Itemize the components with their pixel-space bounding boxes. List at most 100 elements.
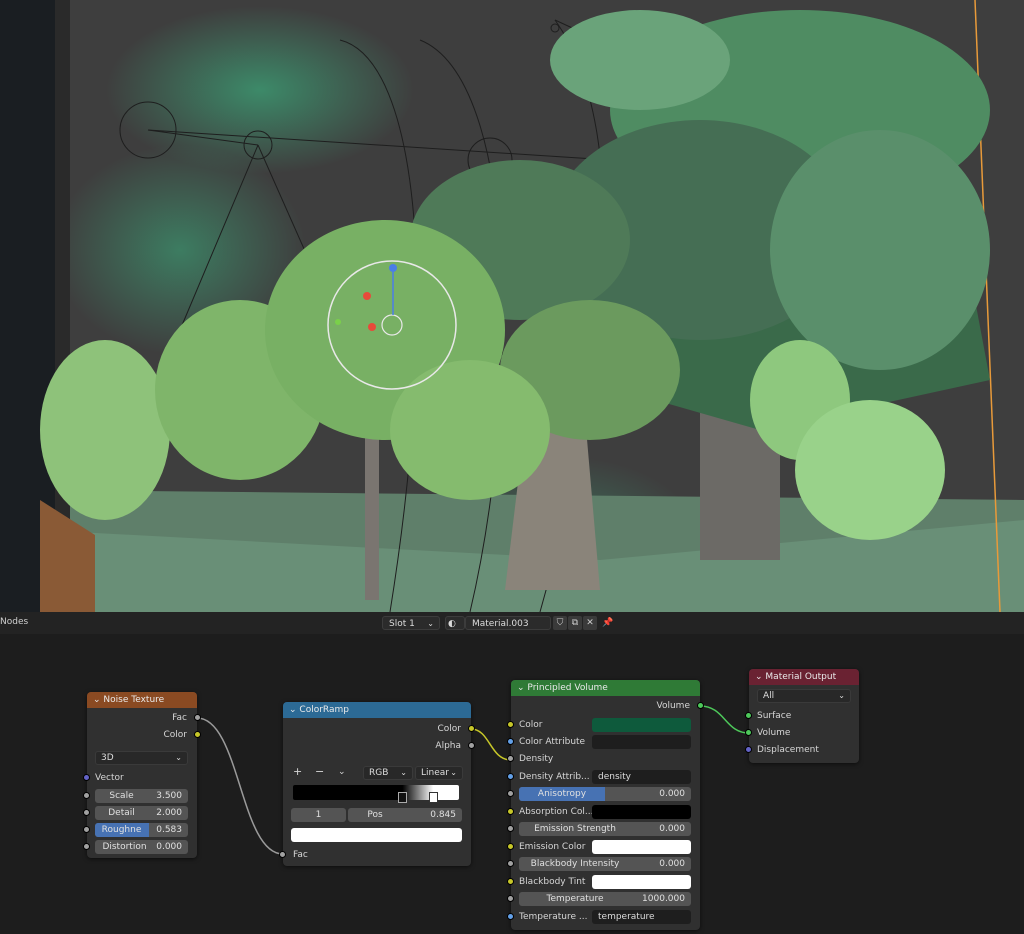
node-title: Noise Texture [103,695,165,705]
socket-detail-in[interactable] [83,809,90,816]
socket-color-attribute-in[interactable] [507,738,514,745]
socket-scale-in[interactable] [83,792,90,799]
distortion-field[interactable]: Distortion 0.000 [95,840,188,854]
shader-node-editor[interactable]: Nodes Slot 1 ⌄ ◐ Material.003 ⛉ ⧉ ✕ 📌 ⌄ … [0,612,1024,934]
interpolation-dropdown[interactable]: Linear ⌄ [415,766,463,780]
socket-distortion-in[interactable] [83,843,90,850]
color-attribute-field[interactable] [592,735,691,749]
link-fac-to-fac [196,717,284,855]
noise-texture-node[interactable]: ⌄ Noise Texture Fac Color 3D ⌄ Vector Sc… [83,692,201,858]
field-label: Anisotropy [537,789,587,799]
add-stop-button[interactable]: + [293,764,302,780]
field-label: Roughne [101,825,142,835]
socket-emission-color-in[interactable] [507,843,514,850]
socket-emission-strength-in[interactable] [507,825,514,832]
blackbody-tint-swatch[interactable] [592,875,691,889]
socket-anisotropy-in[interactable] [507,790,514,797]
field-value: 0.000 [659,859,685,869]
node-title: Material Output [765,672,837,682]
input-emission-color: Emission Color [519,842,586,852]
remove-stop-button[interactable]: − [315,764,324,780]
temperature-attribute-field[interactable]: temperature [592,910,691,924]
socket-fac-in[interactable] [279,851,286,858]
viewport-scene [0,0,1024,612]
material-output-node[interactable]: ⌄ Material Output All ⌄ Surface Volume D… [745,669,859,763]
emission-color-swatch[interactable] [592,840,691,854]
socket-alpha-out[interactable] [468,742,475,749]
socket-blackbody-tint-in[interactable] [507,878,514,885]
input-volume: Volume [757,728,791,738]
field-value: 0.845 [430,810,456,820]
input-density-attribute: Density Attrib... [519,772,590,782]
socket-color-out[interactable] [468,725,475,732]
temperature-field[interactable]: Temperature 1000.000 [519,892,691,906]
field-label: Temperature [546,894,604,904]
field-label: Scale [109,791,134,801]
emission-strength-field[interactable]: Emission Strength 0.000 [519,822,691,836]
socket-surface-in[interactable] [745,712,752,719]
socket-temperature-in[interactable] [507,895,514,902]
stop-index-field[interactable]: 1 [291,808,346,822]
input-color: Color [519,720,543,730]
socket-displacement-in[interactable] [745,746,752,753]
anisotropy-field[interactable]: Anisotropy 0.000 [519,787,691,801]
field-value: 0.583 [156,825,182,835]
color-mode-dropdown[interactable]: RGB ⌄ [363,766,413,780]
socket-color-out[interactable] [194,731,201,738]
input-vector: Vector [95,773,124,783]
chevron-down-icon: ⌄ [400,768,407,777]
roughness-field[interactable]: Roughne 0.583 [95,823,188,837]
field-label: Detail [108,808,135,818]
node-header[interactable]: ⌄ Material Output [749,669,859,685]
field-label: Distortion [102,842,147,852]
output-volume: Volume [656,701,690,711]
socket-density-in[interactable] [507,755,514,762]
socket-volume-out[interactable] [697,702,704,709]
socket-fac-out[interactable] [194,714,201,721]
field-value: 1000.000 [642,894,685,904]
socket-color-in[interactable] [507,721,514,728]
node-title: ColorRamp [299,705,349,715]
socket-blackbody-intensity-in[interactable] [507,860,514,867]
interpolation-value: Linear [421,768,449,778]
socket-roughness-in[interactable] [83,826,90,833]
socket-density-attribute-in[interactable] [507,773,514,780]
input-surface: Surface [757,711,792,721]
node-header[interactable]: ⌄ Noise Texture [87,692,197,708]
ramp-stop-white[interactable] [429,792,438,803]
principled-volume-node[interactable]: ⌄ Principled Volume Volume Color Color A… [507,680,704,930]
volume-color-swatch[interactable] [592,718,691,732]
socket-vector-in[interactable] [83,774,90,781]
scale-field[interactable]: Scale 3.500 [95,789,188,803]
stop-color-swatch[interactable] [291,828,462,842]
input-density: Density [519,754,554,764]
3d-viewport[interactable] [0,0,1024,612]
colorramp-node[interactable]: ⌄ ColorRamp Color Alpha + − ⌄ RGB ⌄ Line… [279,702,475,866]
dimension-dropdown[interactable]: 3D ⌄ [95,751,188,765]
chevron-down-icon: ⌄ [755,672,763,682]
field-value: 3.500 [156,791,182,801]
node-header[interactable]: ⌄ ColorRamp [283,702,471,718]
output-color: Color [163,730,188,740]
density-attribute-field[interactable]: density [592,770,691,784]
socket-absorption-in[interactable] [507,808,514,815]
dimension-value: 3D [101,753,114,763]
node-header[interactable]: ⌄ Principled Volume [511,680,700,696]
field-value: 0.000 [659,824,685,834]
field-label: Pos [367,810,383,820]
ramp-stop-black[interactable] [398,792,407,803]
stop-position-field[interactable]: Pos 0.845 [348,808,462,822]
detail-field[interactable]: Detail 2.000 [95,806,188,820]
absorption-color-swatch[interactable] [592,805,691,819]
socket-temperature-attribute-in[interactable] [507,913,514,920]
field-value: 1 [315,810,322,820]
socket-volume-in[interactable] [745,729,752,736]
render-target-dropdown[interactable]: All ⌄ [757,689,851,703]
field-value: 0.000 [156,842,182,852]
input-displacement: Displacement [757,745,819,755]
ramp-menu-button[interactable]: ⌄ [338,764,346,780]
node-title: Principled Volume [527,683,608,693]
blackbody-intensity-field[interactable]: Blackbody Intensity 0.000 [519,857,691,871]
chevron-down-icon: ⌄ [289,705,297,715]
input-temperature-attribute: Temperature ... [519,912,588,922]
